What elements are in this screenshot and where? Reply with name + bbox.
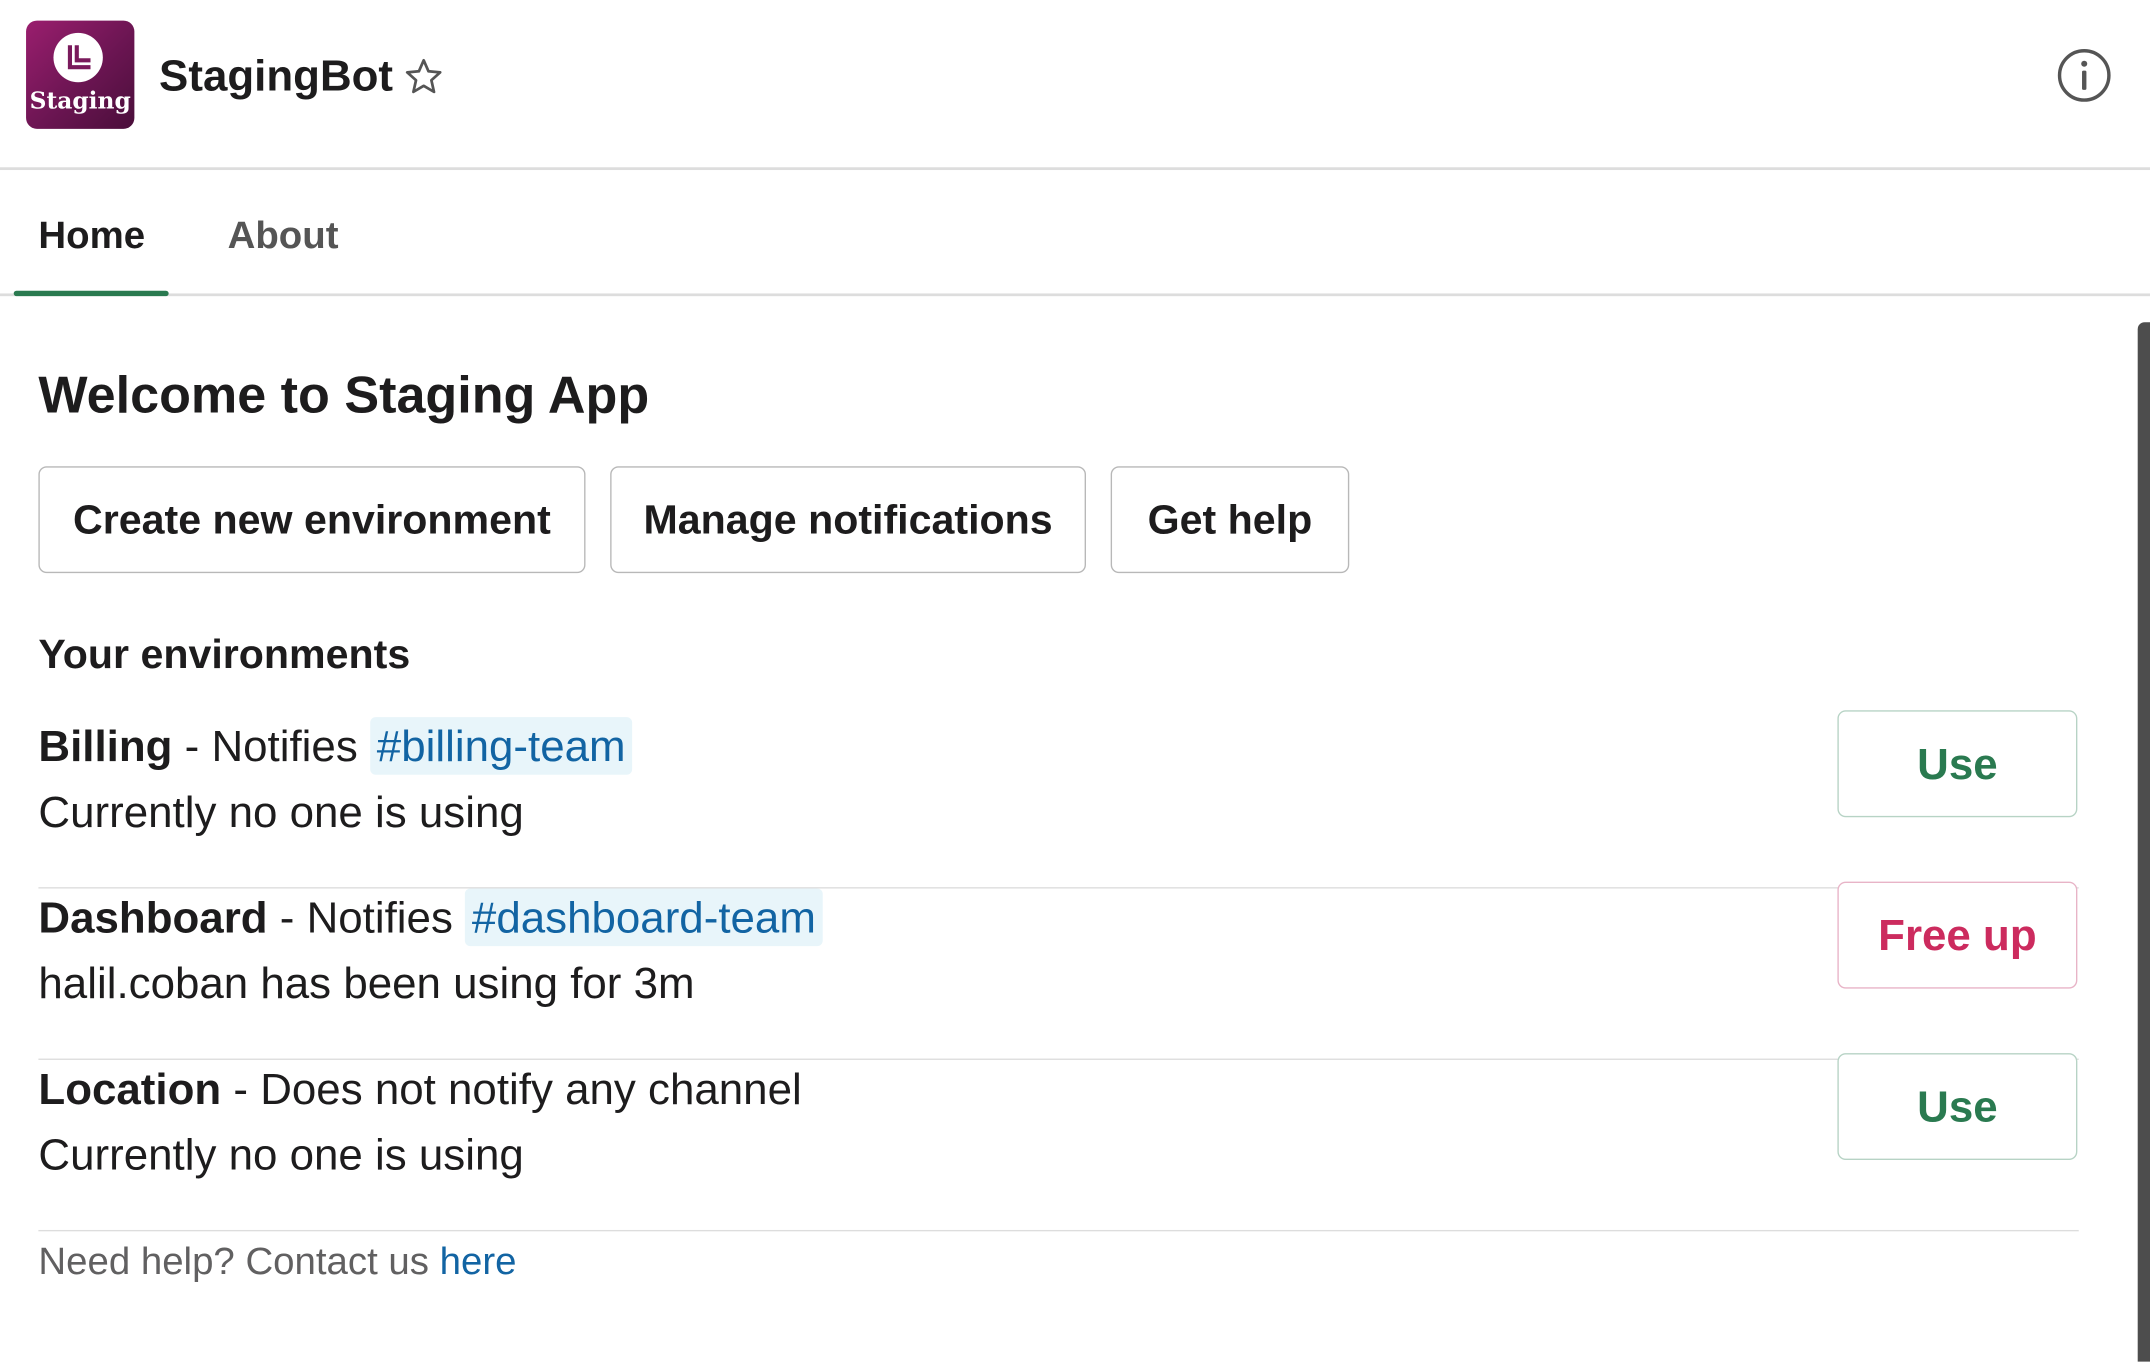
environment-name: Billing — [38, 721, 173, 771]
separator: - — [267, 892, 307, 943]
use-button[interactable]: Use — [1837, 710, 2078, 818]
tab-bar: Home About — [0, 173, 2150, 297]
tab-about[interactable]: About — [228, 211, 339, 260]
channel-link[interactable]: #billing-team — [369, 717, 633, 775]
notify-label: Does not notify any channel — [260, 1064, 802, 1114]
environment-heading: Billing - Notifies #billing-team — [38, 717, 633, 775]
footer-text: Need help? Contact us — [38, 1239, 440, 1283]
get-help-button[interactable]: Get help — [1110, 466, 1350, 574]
app-logo-text: Staging — [29, 87, 131, 116]
notify-label: Notifies — [306, 892, 466, 943]
section-title: Your environments — [38, 632, 411, 678]
app-title: StagingBot — [159, 50, 394, 101]
notify-label: Notifies — [211, 721, 370, 771]
environment-row-dashboard: Dashboard - Notifies #dashboard-team hal… — [38, 881, 2079, 1060]
environment-row-billing: Billing - Notifies #billing-team Current… — [38, 710, 2079, 889]
help-footer: Need help? Contact us here — [38, 1237, 516, 1286]
free-up-button[interactable]: Free up — [1837, 881, 2078, 989]
page-title: Welcome to Staging App — [38, 367, 650, 426]
contact-link[interactable]: here — [440, 1240, 517, 1283]
scrollbar[interactable] — [2137, 322, 2150, 1362]
separator: - — [221, 1064, 261, 1114]
environment-status: Currently no one is using — [38, 1129, 524, 1180]
environment-heading: Dashboard - Notifies #dashboard-team — [38, 888, 823, 947]
info-icon[interactable] — [2055, 47, 2113, 105]
star-icon[interactable] — [403, 56, 444, 97]
use-button[interactable]: Use — [1837, 1053, 2078, 1161]
tab-home[interactable]: Home — [38, 211, 145, 260]
app-header: Staging StagingBot — [0, 0, 2150, 171]
environment-name: Location — [38, 1064, 222, 1114]
manage-notifications-button[interactable]: Manage notifications — [610, 466, 1086, 574]
app-home-page: Staging StagingBot Home About Welcome to… — [0, 0, 2150, 1362]
create-environment-button[interactable]: Create new environment — [38, 466, 586, 574]
environment-heading: Location - Does not notify any channel — [38, 1060, 801, 1118]
environment-row-location: Location - Does not notify any channel C… — [38, 1053, 2079, 1232]
app-logo: Staging — [26, 20, 135, 129]
environment-status: Currently no one is using — [38, 787, 524, 837]
separator: - — [172, 721, 212, 771]
logo-mark-icon — [53, 32, 103, 83]
channel-link[interactable]: #dashboard-team — [465, 888, 823, 947]
environment-name: Dashboard — [38, 892, 268, 943]
active-tab-indicator — [13, 290, 169, 297]
environment-status: halil.coban has been using for 3m — [38, 958, 695, 1008]
